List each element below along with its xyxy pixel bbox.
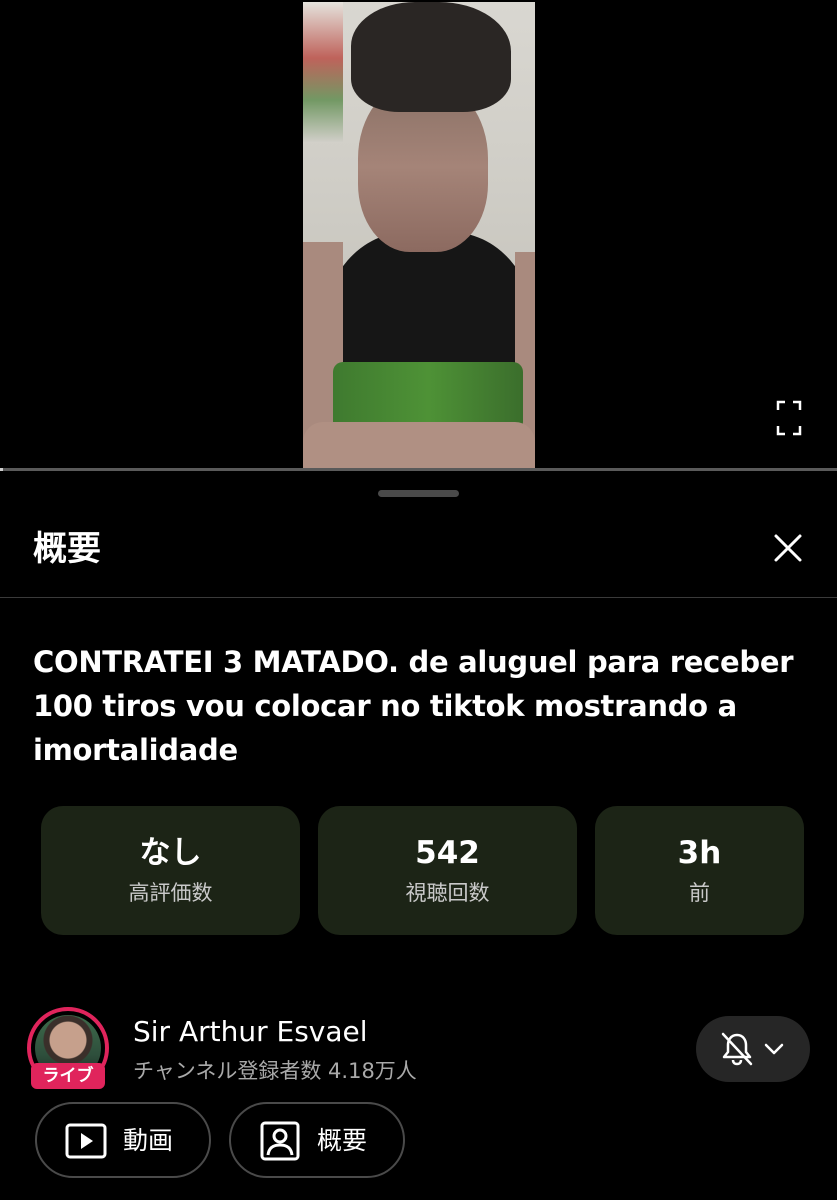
bell-off-icon xyxy=(721,1032,753,1066)
views-value: 542 xyxy=(415,835,480,871)
likes-value: なし xyxy=(139,835,202,871)
age-stat: 3h 前 xyxy=(595,806,804,935)
video-frame xyxy=(303,2,535,468)
views-label: 視聴回数 xyxy=(405,881,490,905)
videos-button[interactable]: 動画 xyxy=(35,1102,211,1178)
age-value: 3h xyxy=(677,835,722,871)
likes-label: 高評価数 xyxy=(128,881,213,905)
about-label: 概要 xyxy=(317,1126,368,1155)
subscriber-count: チャンネル登録者数 4.18万人 xyxy=(133,1059,417,1083)
about-button[interactable]: 概要 xyxy=(229,1102,405,1178)
drag-handle[interactable] xyxy=(378,490,459,497)
panel-title: 概要 xyxy=(33,529,101,569)
channel-name[interactable]: Sir Arthur Esvael xyxy=(133,1013,368,1051)
person-icon xyxy=(260,1121,300,1161)
divider xyxy=(0,597,837,598)
notification-button[interactable] xyxy=(696,1016,810,1082)
views-stat: 542 視聴回数 xyxy=(318,806,577,935)
video-player[interactable] xyxy=(0,0,837,471)
likes-stat: なし 高評価数 xyxy=(41,806,300,935)
live-badge: ライブ xyxy=(31,1063,105,1089)
chevron-down-icon xyxy=(764,1043,784,1055)
fullscreen-icon[interactable] xyxy=(776,400,802,436)
close-icon[interactable] xyxy=(770,530,806,566)
play-icon xyxy=(65,1123,107,1159)
videos-label: 動画 xyxy=(123,1126,174,1155)
progress-fill xyxy=(0,468,4,471)
video-title: CONTRATEI 3 MATADO. de aluguel para rece… xyxy=(33,645,794,767)
age-label: 前 xyxy=(689,881,710,905)
progress-bar[interactable] xyxy=(0,468,837,471)
